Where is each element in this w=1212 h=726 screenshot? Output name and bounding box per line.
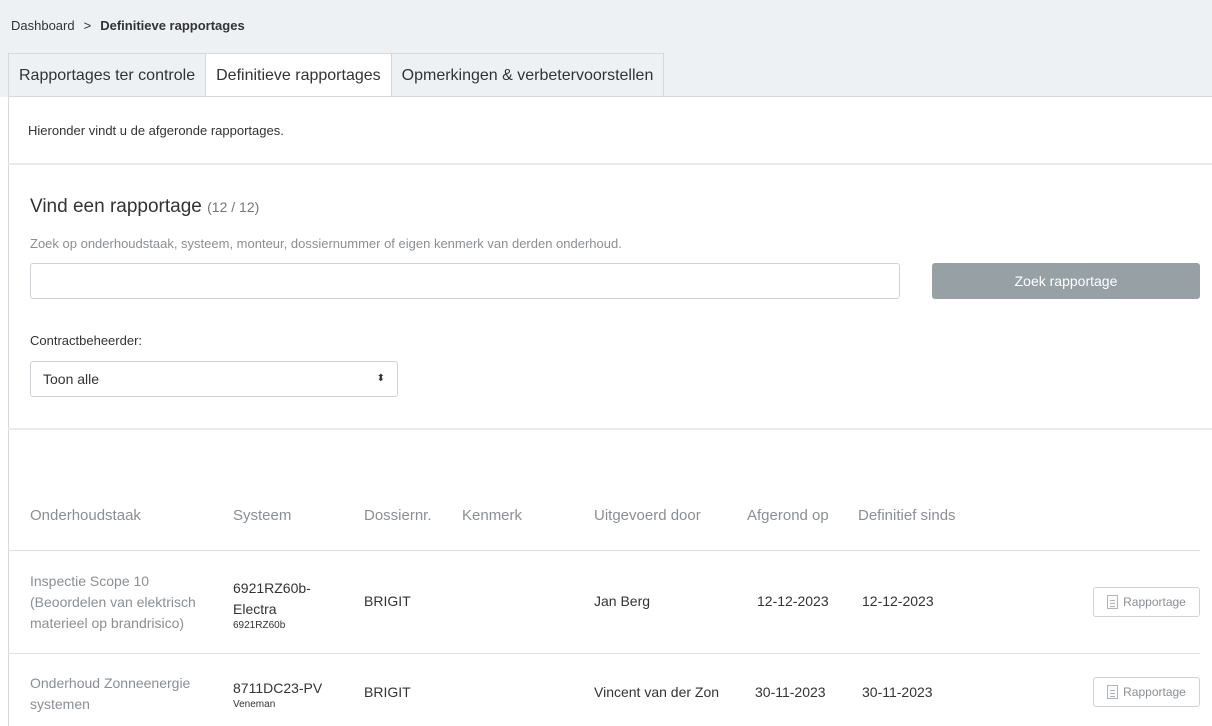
row-2-completed: 30-11-2023 — [755, 684, 826, 700]
row-2-final: 30-11-2023 — [862, 684, 933, 700]
breadcrumb-dashboard-link[interactable]: Dashboard — [11, 18, 75, 33]
row-1-system: 6921RZ60b- Electra 6921RZ60b — [233, 580, 311, 631]
document-icon — [1107, 685, 1119, 699]
search-hint: Zoek op onderhoudstaak, systeem, monteur… — [30, 236, 622, 251]
document-icon — [1107, 595, 1119, 609]
table-row-divider — [8, 653, 1200, 654]
table-row-divider — [8, 550, 1200, 551]
intro-text: Hieronder vindt u de afgeronde rapportag… — [28, 123, 284, 138]
breadcrumb-separator: > — [83, 18, 92, 33]
result-count: (12 / 12) — [207, 199, 260, 215]
tab-bar: Rapportages ter controle Definitieve rap… — [8, 53, 665, 98]
row-1-completed: 12-12-2023 — [757, 593, 829, 609]
select-arrows-icon: ⬍ — [376, 373, 385, 384]
row-2-dossier: BRIGIT — [364, 684, 411, 700]
contractbeheerder-select[interactable]: Toon alle ⬍ — [30, 361, 398, 397]
tab-definitieve-rapportages[interactable]: Definitieve rapportages — [205, 53, 392, 98]
row-2-by: Vincent van der Zon — [594, 684, 720, 700]
breadcrumb-current: Definitieve rapportages — [100, 18, 245, 33]
column-header-dossiernr[interactable]: Dossiernr. — [364, 507, 432, 524]
row-2-system: 8711DC23-PV Veneman — [233, 680, 323, 710]
section-divider — [8, 428, 1212, 430]
search-button[interactable]: Zoek rapportage — [932, 263, 1200, 299]
row-1-by: Jan Berg — [594, 593, 651, 609]
tab-rapportages-ter-controle[interactable]: Rapportages ter controle — [8, 53, 207, 97]
column-header-kenmerk[interactable]: Kenmerk — [462, 507, 522, 524]
search-title: Vind een rapportage (12 / 12) — [30, 196, 259, 218]
row-1-final: 12-12-2023 — [862, 593, 934, 609]
row-2-task: Onderhoud Zonneenergie systemen — [30, 675, 191, 712]
search-input[interactable] — [30, 263, 900, 299]
top-bar: Dashboard > Definitieve rapportages Rappor… — [0, 0, 1212, 98]
contractbeheerder-label: Contractbeheerder: — [30, 333, 143, 348]
section-divider — [8, 163, 1212, 165]
column-header-uitgevoerd-door[interactable]: Uitgevoerd door — [594, 507, 701, 524]
search-title-text: Vind een rapportage — [30, 196, 202, 217]
column-header-definitief-sinds[interactable]: Definitief sinds — [858, 507, 956, 524]
row-1-rapportage-button[interactable]: Rapportage — [1093, 587, 1200, 617]
select-value: Toon alle — [43, 371, 100, 387]
tab-opmerkingen-verbetervoorstellen[interactable]: Opmerkingen & verbetervoorstellen — [390, 53, 665, 97]
row-1-task: Inspectie Scope 10 (Beoordelen van elekt… — [30, 573, 196, 631]
column-header-afgerond-op[interactable]: Afgerond op — [747, 507, 829, 524]
row-1-dossier: BRIGIT — [364, 593, 411, 609]
breadcrumb: Dashboard > Definitieve rapportages — [11, 18, 245, 33]
row-2-rapportage-button[interactable]: Rapportage — [1093, 677, 1200, 707]
column-header-systeem[interactable]: Systeem — [233, 507, 291, 524]
column-header-onderhoudstaak[interactable]: Onderhoudstaak — [30, 507, 141, 524]
